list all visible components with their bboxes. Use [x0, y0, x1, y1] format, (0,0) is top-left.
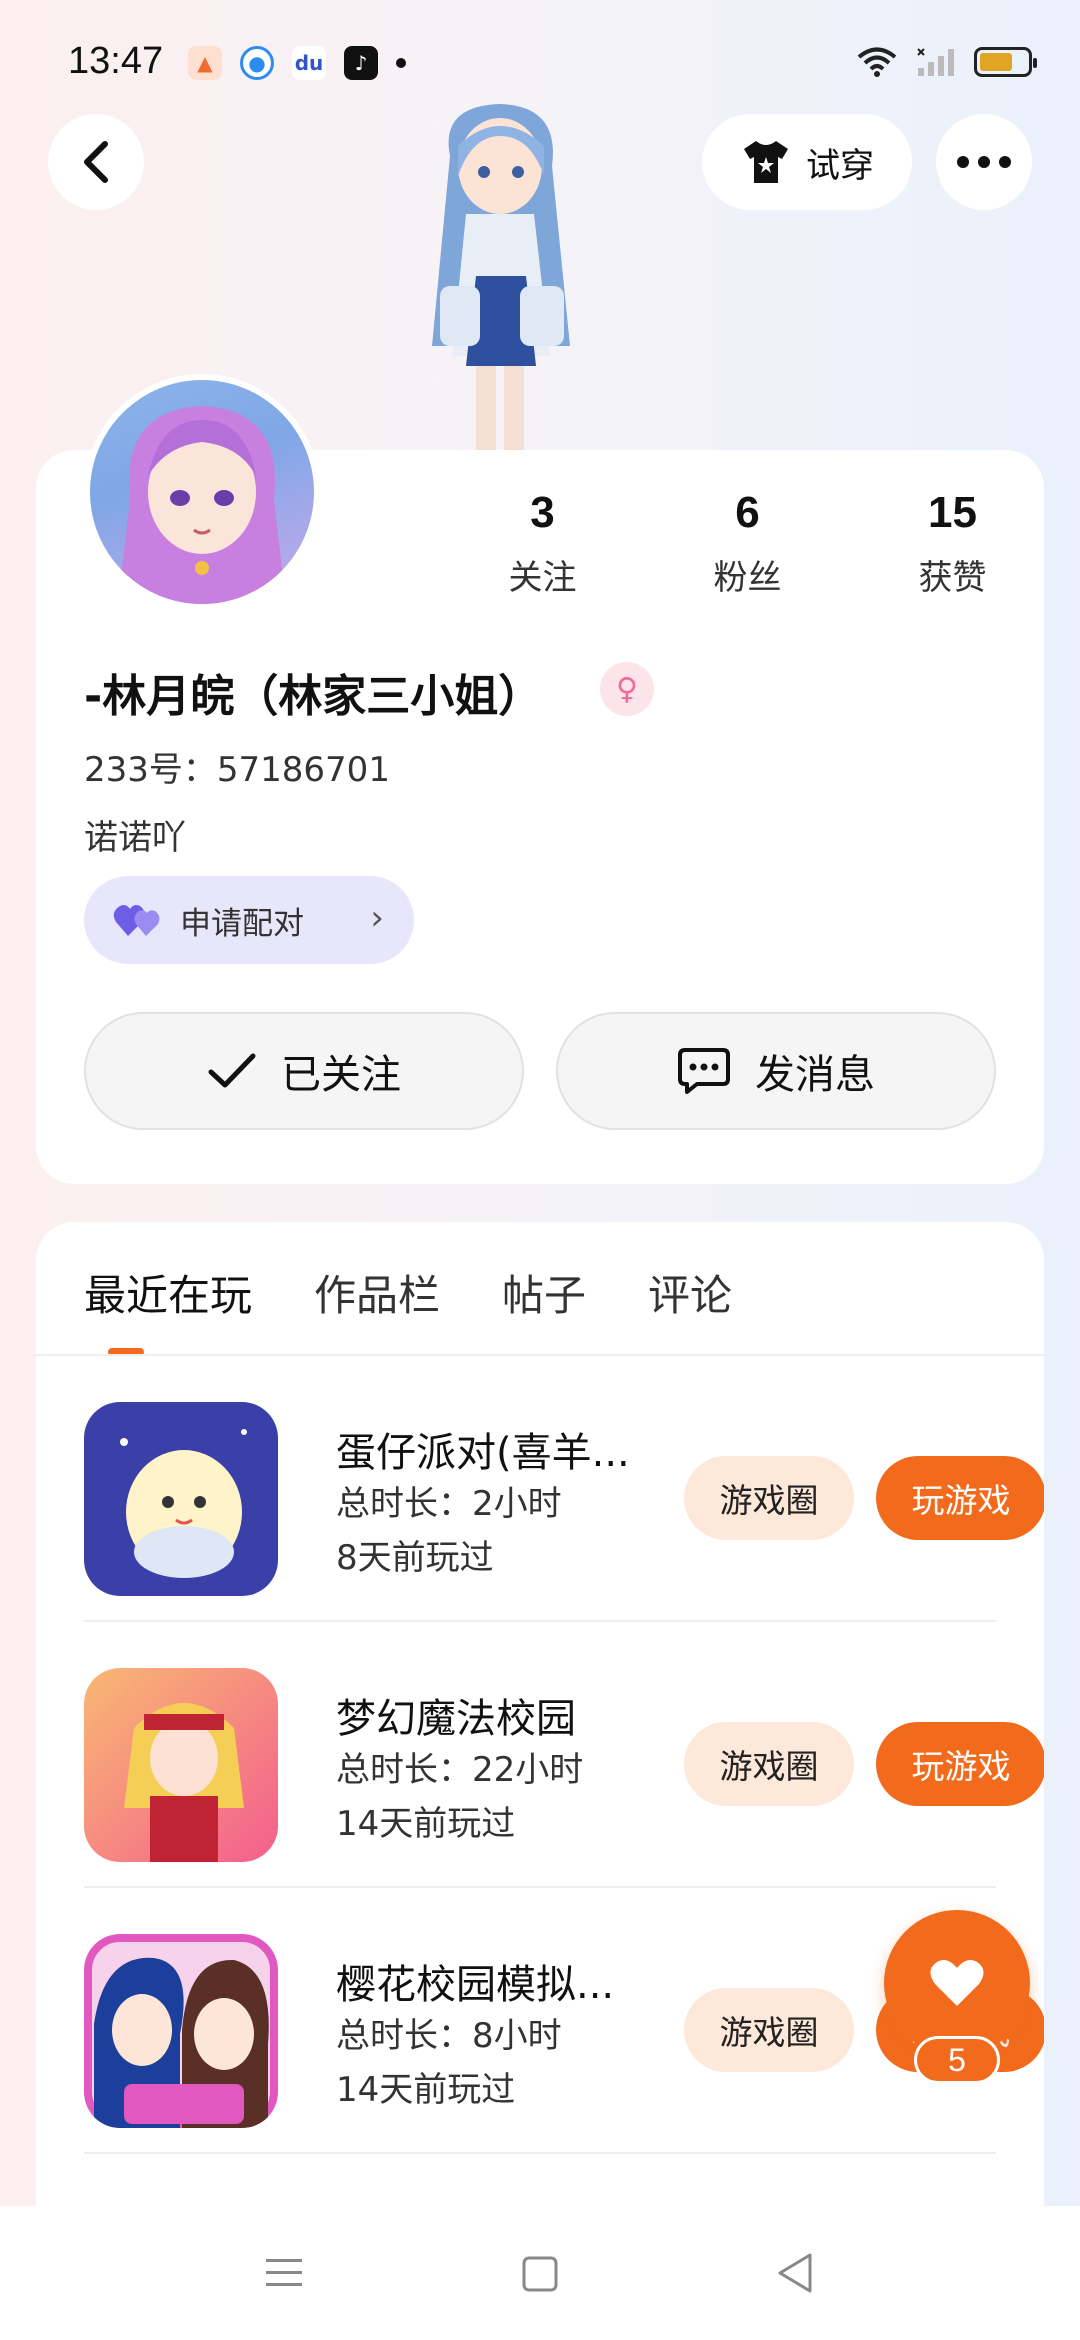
heart-icon [930, 1960, 984, 2006]
stat-following-count: 3 [530, 488, 555, 537]
stat-likes[interactable]: 15 获赞 [850, 488, 1055, 599]
game-icon-magic-school[interactable] [84, 1668, 278, 1862]
status-indicators [856, 46, 1037, 78]
more-dots-icon [957, 156, 1011, 168]
stat-followers[interactable]: 6 粉丝 [645, 488, 850, 599]
tiktok-app-icon: ♪ [344, 46, 378, 80]
user-id: 233号：57186701 [84, 750, 390, 790]
status-app-icons: ▲ ● du ♪ [188, 46, 406, 80]
stat-likes-label: 获赞 [918, 558, 987, 598]
system-navigation-bar [0, 2206, 1080, 2340]
game-icon-sakura-school[interactable] [84, 1934, 278, 2128]
recent-games-card: 最近在玩 作品栏 帖子 评论 蛋仔派对(喜羊... 总时长：2小时 8天前玩过 … [36, 1222, 1044, 2222]
stat-following-label: 关注 [508, 558, 577, 598]
tab-posts[interactable]: 帖子 [502, 1262, 586, 1323]
send-message-button[interactable]: 发消息 [556, 1012, 996, 1130]
like-button[interactable] [884, 1910, 1030, 2056]
game-icon-eggy-party[interactable] [84, 1402, 278, 1596]
game-circle-button[interactable]: 游戏圈 [684, 1456, 854, 1540]
stat-followers-label: 粉丝 [713, 558, 782, 598]
more-options-button[interactable] [936, 114, 1032, 210]
user-bio: 诺诺吖 [84, 818, 186, 858]
stat-following[interactable]: 3 关注 [440, 488, 645, 599]
battery-icon [974, 47, 1037, 77]
try-on-button[interactable]: 试穿 [702, 114, 912, 210]
game-row[interactable]: 蛋仔派对(喜羊... 总时长：2小时 8天前玩过 游戏圈 玩游戏 [84, 1356, 1044, 1622]
back-button[interactable] [48, 114, 144, 210]
female-gender-icon: ♀ [600, 662, 654, 716]
play-game-button[interactable]: 玩游戏 [876, 1456, 1044, 1540]
row-divider [84, 2152, 996, 2154]
request-pair-button[interactable]: 申请配对 › [84, 876, 414, 964]
game-total-time: 总时长：2小时 [336, 1484, 562, 1524]
notification-dot-icon [396, 58, 406, 68]
status-time: 13:47 [68, 40, 164, 82]
tab-works[interactable]: 作品栏 [314, 1262, 440, 1323]
profile-avatar[interactable] [84, 374, 320, 610]
chat-bubble-icon [678, 1048, 730, 1094]
stat-followers-count: 6 [735, 488, 760, 537]
game-total-time: 总时长：8小时 [336, 2016, 562, 2056]
back-triangle-icon[interactable] [776, 2252, 814, 2294]
baidu-app-icon: du [292, 46, 326, 80]
avatar-portrait-image [118, 406, 286, 604]
game-last-played: 14天前玩过 [336, 1804, 516, 1844]
tshirt-icon [744, 141, 788, 183]
game-last-played: 14天前玩过 [336, 2070, 516, 2110]
profile-tabs: 最近在玩 作品栏 帖子 评论 [84, 1262, 732, 1323]
try-on-label: 试穿 [806, 145, 874, 186]
username: -林月皖（林家三小姐） [84, 671, 543, 722]
request-pair-label: 申请配对 [180, 905, 304, 942]
tab-comments[interactable]: 评论 [648, 1262, 732, 1323]
chevron-right-icon: › [370, 898, 384, 938]
game-name: 梦幻魔法校园 [336, 1696, 576, 1742]
wifi-icon [857, 47, 897, 77]
stat-likes-count: 15 [928, 488, 977, 537]
like-count-badge: 5 [914, 2036, 1000, 2084]
game-circle-button[interactable]: 游戏圈 [684, 1988, 854, 2072]
menu-icon[interactable] [264, 2256, 304, 2290]
tab-recent-played[interactable]: 最近在玩 [84, 1262, 252, 1323]
game-circle-button[interactable]: 游戏圈 [684, 1722, 854, 1806]
signal-icon [917, 48, 954, 76]
game-name: 蛋仔派对(喜羊... [336, 1430, 630, 1476]
game-row[interactable]: 梦幻魔法校园 总时长：22小时 14天前玩过 游戏圈 玩游戏 [84, 1622, 1044, 1888]
profile-stats: 3 关注 6 粉丝 15 获赞 [440, 488, 1055, 599]
checkmark-icon [208, 1053, 256, 1088]
game-last-played: 8天前玩过 [336, 1538, 494, 1578]
game-name: 樱花校园模拟... [336, 1962, 615, 2008]
home-square-icon[interactable] [522, 2256, 558, 2292]
game-app-icon: ▲ [188, 46, 222, 80]
game-total-time: 总时长：22小时 [336, 1750, 584, 1790]
avatar-figure-image [432, 104, 570, 454]
double-heart-icon [113, 905, 160, 936]
chevron-left-icon [84, 141, 108, 183]
send-message-label: 发消息 [755, 1052, 875, 1098]
following-button[interactable]: 已关注 [84, 1012, 524, 1130]
following-label: 已关注 [281, 1052, 401, 1098]
play-game-button[interactable]: 玩游戏 [876, 1722, 1044, 1806]
browser-app-icon: ● [240, 46, 274, 80]
